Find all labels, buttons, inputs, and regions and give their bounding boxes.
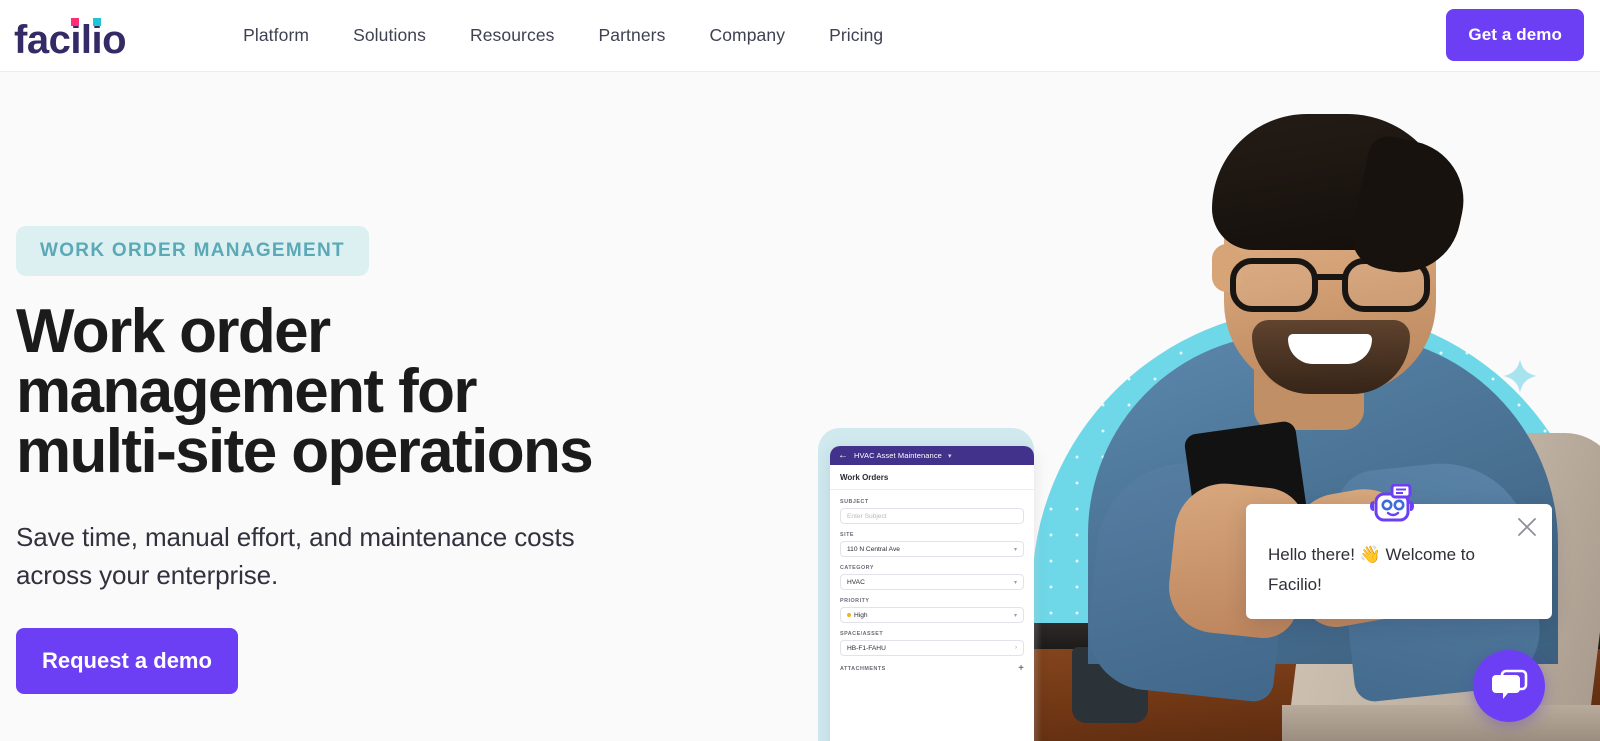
field-value: High: [854, 611, 868, 619]
field-category: CATEGORY HVAC ▾: [840, 565, 1024, 590]
get-a-demo-button[interactable]: Get a demo: [1446, 9, 1584, 61]
field-value: HVAC: [847, 578, 865, 586]
header-divider: [0, 71, 1600, 72]
field-site: SITE 110 N Central Ave ▾: [840, 532, 1024, 557]
chevron-right-icon: ›: [1015, 645, 1017, 651]
field-label: PRIORITY: [840, 598, 870, 604]
field-value: HB-F1-FAHU: [847, 644, 886, 652]
chat-launcher-button[interactable]: [1473, 650, 1545, 722]
logo-text: facilio: [14, 17, 127, 62]
field-priority: PRIORITY High ▾: [840, 598, 1024, 623]
hero-section: ← HVAC Asset Maintenance ▾ Work Orders S…: [0, 72, 1600, 741]
mockup-section-title: Work Orders: [840, 473, 889, 482]
attachments-row: ATTACHMENTS +: [840, 664, 1024, 674]
nav-item-pricing[interactable]: Pricing: [807, 19, 905, 52]
chevron-down-icon: ▾: [1013, 579, 1017, 586]
field-value: Enter Subject: [847, 512, 887, 520]
app-mockup: ← HVAC Asset Maintenance ▾ Work Orders S…: [818, 428, 1034, 741]
chevron-down-icon: ▾: [1013, 546, 1017, 553]
mockup-app-header: ← HVAC Asset Maintenance ▾: [830, 446, 1034, 465]
nav-item-resources[interactable]: Resources: [448, 19, 577, 52]
hero-photo: [996, 72, 1600, 741]
main-nav: Platform Solutions Resources Partners Co…: [221, 19, 905, 52]
space-asset-picker[interactable]: HB-F1-FAHU ›: [840, 640, 1024, 656]
priority-select[interactable]: High ▾: [840, 607, 1024, 623]
field-label: SPACE/ASSET: [840, 631, 884, 637]
logo-dot-cyan-icon: [93, 17, 101, 26]
logo-dot-pink-icon: [71, 17, 79, 26]
facilio-logo[interactable]: facilio: [14, 12, 127, 62]
nav-item-partners[interactable]: Partners: [577, 19, 688, 52]
hero-copy: WORK ORDER MANAGEMENT Work order managem…: [16, 226, 716, 694]
priority-dot-icon: [847, 613, 851, 617]
category-select[interactable]: HVAC ▾: [840, 574, 1024, 590]
close-icon[interactable]: [1516, 516, 1538, 538]
field-subject: SUBJECT Enter Subject: [840, 499, 1024, 524]
back-arrow-icon[interactable]: ←: [838, 450, 848, 461]
mockup-form: SUBJECT Enter Subject SITE 110 N Central…: [830, 490, 1034, 674]
site-select[interactable]: 110 N Central Ave ▾: [840, 541, 1024, 557]
subject-input[interactable]: Enter Subject: [840, 508, 1024, 524]
person-smile: [1288, 334, 1372, 364]
mockup-header-title: HVAC Asset Maintenance: [854, 451, 942, 460]
hero-subtitle: Save time, manual effort, and maintenanc…: [16, 522, 575, 590]
landing-page: facilio Platform Solutions Resources Par…: [0, 0, 1600, 741]
mockup-screen: ← HVAC Asset Maintenance ▾ Work Orders S…: [830, 446, 1034, 741]
field-label: CATEGORY: [840, 565, 874, 571]
nav-item-solutions[interactable]: Solutions: [331, 19, 448, 52]
add-attachment-icon[interactable]: +: [1018, 664, 1024, 674]
lens-left: [1230, 258, 1318, 312]
laptop-base: [1282, 705, 1600, 741]
chat-message: Hello there! 👋 Welcome to Facilio!: [1268, 545, 1475, 594]
chat-bubbles-icon: [1492, 669, 1528, 699]
mockup-section-header: Work Orders: [830, 465, 1034, 490]
eyebrow-badge: WORK ORDER MANAGEMENT: [16, 226, 369, 276]
robot-avatar-icon: [1370, 484, 1414, 522]
field-label: SITE: [840, 532, 854, 538]
sparkle-icon: [1503, 359, 1537, 393]
attachments-label: ATTACHMENTS: [840, 666, 886, 672]
field-value: 110 N Central Ave: [847, 545, 900, 553]
page-title: Work order management for multi-site ope…: [16, 297, 594, 486]
nav-item-company[interactable]: Company: [687, 19, 807, 52]
chevron-down-icon[interactable]: ▾: [948, 452, 952, 460]
field-space-asset: SPACE/ASSET HB-F1-FAHU ›: [840, 631, 1024, 656]
site-header: facilio Platform Solutions Resources Par…: [0, 0, 1600, 71]
request-a-demo-button[interactable]: Request a demo: [16, 628, 238, 694]
nav-item-platform[interactable]: Platform: [221, 19, 331, 52]
chevron-down-icon: ▾: [1013, 612, 1017, 619]
field-label: SUBJECT: [840, 499, 869, 505]
